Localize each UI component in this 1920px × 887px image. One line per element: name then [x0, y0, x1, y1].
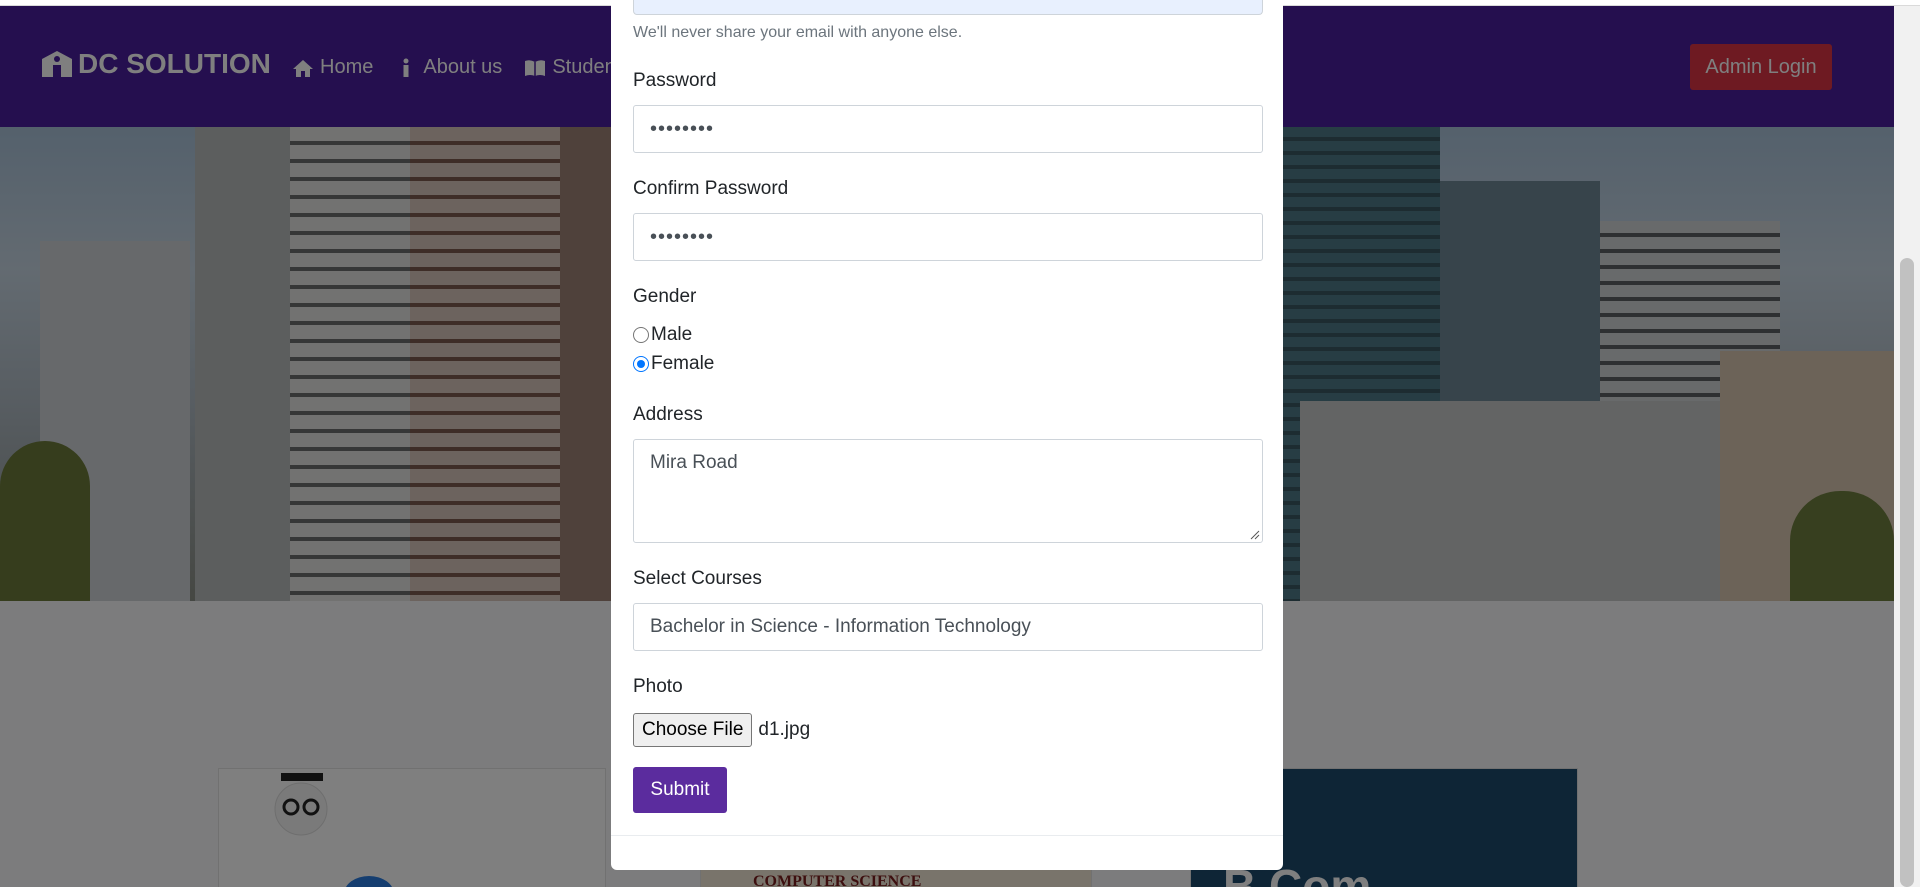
choose-file-button[interactable]: Choose File: [633, 713, 753, 747]
submit-button[interactable]: Submit: [633, 767, 727, 813]
email-field[interactable]: [633, 0, 1263, 15]
password-field[interactable]: ••••••••: [633, 105, 1263, 153]
email-help-text: We'll never share your email with anyone…: [633, 24, 963, 41]
address-label: Address: [633, 404, 703, 425]
gender-label: Gender: [633, 286, 697, 307]
file-name: d1.jpg: [758, 719, 811, 740]
photo-label: Photo: [633, 676, 683, 697]
registration-modal: We'll never share your email with anyone…: [611, 0, 1283, 870]
gender-option-male[interactable]: Male: [633, 324, 692, 346]
photo-file-input[interactable]: Choose File d1.jpg: [633, 713, 810, 747]
address-textarea[interactable]: Mira Road: [633, 439, 1263, 543]
scrollbar-thumb[interactable]: [1900, 258, 1914, 887]
female-label: Female: [651, 353, 715, 374]
gender-option-female[interactable]: Female: [633, 353, 714, 375]
confirm-password-field[interactable]: ••••••••: [633, 213, 1263, 261]
courses-select[interactable]: Bachelor in Science - Information Techno…: [633, 603, 1263, 651]
modal-footer-divider: [611, 835, 1283, 836]
male-label: Male: [651, 324, 693, 345]
female-radio[interactable]: [633, 356, 649, 372]
page-scrollbar[interactable]: [1894, 6, 1920, 887]
confirm-password-label: Confirm Password: [633, 178, 789, 199]
resize-handle-icon[interactable]: [1248, 528, 1260, 540]
address-value: Mira Road: [650, 452, 738, 473]
courses-label: Select Courses: [633, 568, 762, 589]
male-radio[interactable]: [633, 327, 649, 343]
password-label: Password: [633, 70, 717, 91]
